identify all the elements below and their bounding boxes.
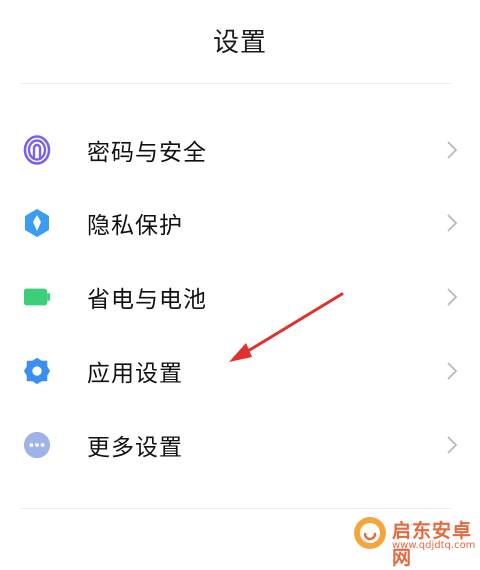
settings-item-label: 应用设置 [87, 361, 183, 387]
settings-item-label: 更多设置 [87, 435, 183, 461]
settings-item-privacy[interactable]: 隐私保护 [0, 186, 480, 260]
gear-icon [23, 357, 51, 385]
chevron-right-icon [447, 362, 458, 380]
settings-item-app-settings[interactable]: 应用设置 [0, 334, 480, 408]
watermark-logo-icon [354, 517, 386, 549]
chevron-right-icon [447, 436, 458, 454]
privacy-shield-icon [23, 209, 51, 237]
settings-item-password-security[interactable]: 密码与安全 [0, 113, 480, 187]
watermark-url: www.qdjdtq.com [392, 540, 476, 551]
chevron-right-icon [447, 141, 458, 159]
watermark: 启东安卓网 www.qdjdtq.com [352, 514, 480, 569]
settings-item-more-settings[interactable]: 更多设置 [0, 408, 480, 482]
settings-item-label: 隐私保护 [87, 213, 183, 239]
settings-item-battery[interactable]: 省电与电池 [0, 260, 480, 334]
header-divider [20, 83, 452, 84]
chevron-right-icon [447, 288, 458, 306]
more-dots-icon [23, 431, 51, 459]
battery-icon [23, 283, 51, 311]
page-title: 设置 [212, 28, 267, 58]
fingerprint-icon [23, 135, 51, 165]
settings-item-label: 省电与电池 [87, 287, 207, 313]
list-bottom-divider [20, 508, 452, 509]
settings-item-label: 密码与安全 [87, 140, 207, 166]
chevron-right-icon [447, 214, 458, 232]
